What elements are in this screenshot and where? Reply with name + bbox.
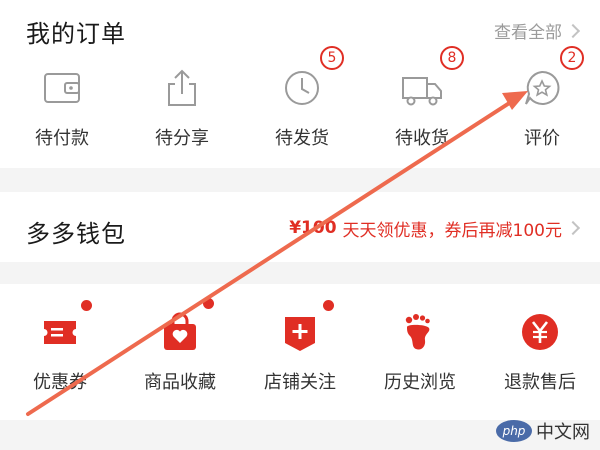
order-count-badge: 5: [320, 46, 344, 70]
tool-history[interactable]: 历史浏览: [360, 310, 480, 394]
order-item-pending-share[interactable]: 待分享: [122, 66, 242, 150]
order-count-badge: 8: [440, 46, 464, 70]
wallet-icon: [40, 66, 84, 110]
order-item-label: 待收货: [395, 128, 449, 149]
shop-follow-icon: [278, 300, 334, 354]
share-icon: [160, 66, 204, 110]
wallet-promo[interactable]: ¥100 天天领优惠，券后再减100元: [289, 204, 581, 252]
truck-icon: 8: [400, 46, 464, 110]
site-watermark: php 中文网: [496, 418, 590, 444]
tool-label: 店铺关注: [264, 372, 336, 393]
tool-shop-follow[interactable]: 店铺关注: [240, 300, 360, 394]
tool-label: 优惠券: [33, 372, 87, 393]
section-divider: [0, 168, 600, 192]
wallet-section[interactable]: 多多钱包 ¥100 天天领优惠，券后再减100元: [0, 192, 600, 262]
order-item-review[interactable]: 2 评价: [482, 46, 600, 150]
orders-section: 我的订单 查看全部 待付款 待分享 5 待发货 8 待收货 2 评价: [0, 0, 600, 168]
order-item-pending-receipt[interactable]: 8 待收货: [362, 46, 482, 150]
tool-favorites[interactable]: 商品收藏: [120, 298, 240, 394]
clock-icon: 5: [280, 46, 344, 110]
favorite-bag-icon: [158, 298, 214, 354]
order-count-badge: 2: [560, 46, 584, 70]
order-item-label: 评价: [524, 128, 560, 149]
chevron-right-icon: [565, 220, 581, 236]
order-item-pending-shipment[interactable]: 5 待发货: [242, 46, 362, 150]
order-item-label: 待分享: [155, 128, 209, 149]
promo-amount: ¥100: [289, 218, 337, 238]
view-all-label: 查看全部: [494, 23, 562, 43]
review-star-icon: 2: [520, 46, 584, 110]
section-divider: [0, 262, 600, 284]
order-item-label: 待付款: [35, 128, 89, 149]
tool-label: 退款售后: [504, 372, 576, 393]
refund-yen-icon: [518, 310, 562, 354]
coupon-icon: [38, 300, 92, 354]
promo-text: 天天领优惠，券后再减100元: [342, 220, 562, 241]
tool-label: 商品收藏: [144, 372, 216, 393]
wallet-title: 多多钱包: [26, 220, 126, 248]
watermark-text: 中文网: [536, 422, 590, 443]
tools-section: 优惠券 商品收藏 店铺关注 历史浏览 退款售后: [0, 284, 600, 420]
order-item-pending-payment[interactable]: 待付款: [2, 66, 122, 150]
tool-coupon[interactable]: 优惠券: [0, 300, 120, 394]
tool-label: 历史浏览: [384, 372, 456, 393]
order-item-label: 待发货: [275, 128, 329, 149]
footprint-icon: [398, 310, 442, 354]
orders-title: 我的订单: [26, 20, 126, 48]
tool-refund[interactable]: 退款售后: [480, 310, 600, 394]
view-all-orders-link[interactable]: 查看全部: [494, 18, 581, 43]
chevron-right-icon: [565, 23, 581, 38]
watermark-logo: php: [496, 420, 532, 442]
